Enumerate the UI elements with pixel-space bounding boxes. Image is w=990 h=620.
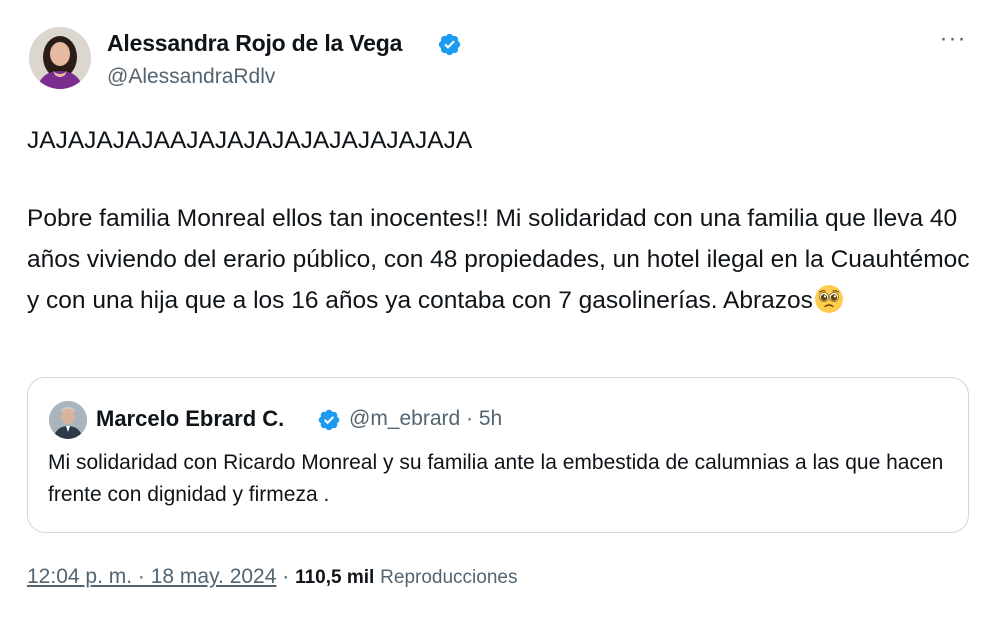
tweet-timestamp[interactable]: 12:04 p. m. · 18 may. 2024 [27,565,276,588]
views-label: Reproducciones [380,567,518,588]
tweet-footer: 12:04 p. m. · 18 may. 2024 · 110,5 mil R… [27,565,517,589]
quoted-author-display-name[interactable]: Marcelo Ebrard C. [96,406,284,432]
tweet-body: JAJAJAJAJAAJAJAJAJAJAJAJAJAJAJA Pobre fa… [27,120,977,321]
tweet-body-line1: JAJAJAJAJAAJAJAJAJAJAJAJAJAJAJA [27,127,473,154]
quoted-author-meta: @m_ebrard · 5h [349,407,503,430]
tweet-card: Alessandra Rojo de la Vega @AlessandraRd… [0,0,990,620]
more-options-icon: ··· [939,25,967,52]
quoted-tweet[interactable]: Marcelo Ebrard C. @m_ebrard · 5h Mi soli… [27,377,969,533]
author-handle[interactable]: @AlessandraRdlv [107,65,275,89]
pleading-face-emoji [814,285,843,313]
author-avatar-image [29,27,91,89]
views-count[interactable]: 110,5 mil [295,567,374,588]
footer-separator: · [276,565,296,588]
quoted-author-avatar[interactable] [49,401,87,439]
quoted-tweet-text: Mi solidaridad con Ricardo Monreal y su … [48,451,944,506]
author-avatar[interactable] [29,27,91,89]
more-options-button[interactable]: ··· [938,25,968,58]
quoted-author-avatar-image [49,401,87,439]
tweet-body-paragraph: Pobre familia Monreal ellos tan inocente… [27,198,977,321]
author-display-name[interactable]: Alessandra Rojo de la Vega [107,30,402,57]
verified-badge-icon [438,33,461,56]
quoted-verified-badge-icon [318,409,340,431]
